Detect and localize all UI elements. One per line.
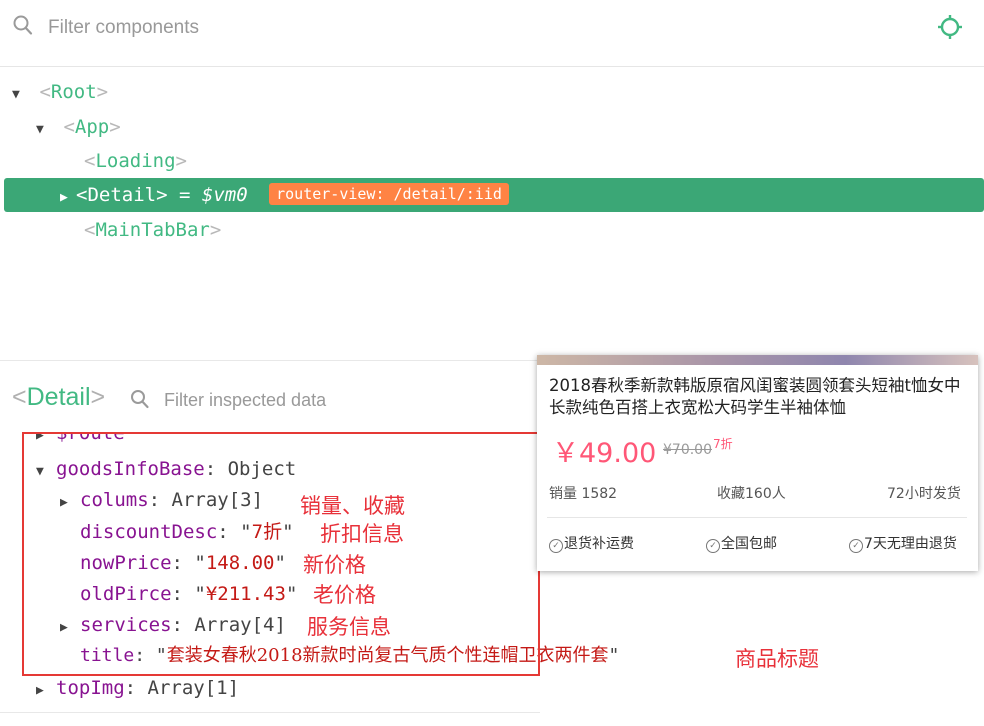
favorites-count: 收藏160人 [717, 486, 786, 502]
collapsed-arrow-icon[interactable]: ▶ [60, 181, 76, 215]
sales-count: 销量 1582 [549, 486, 618, 502]
vm-reference: $vm0 [201, 184, 248, 206]
tree-node-maintabbar[interactable]: <MainTabBar> [84, 215, 221, 245]
service-item: ✓ 全国包邮 [706, 533, 777, 553]
search-icon [12, 14, 34, 42]
product-info-card: 2018春秋季新款韩版原宿风闺蜜装圆领套头短袖t恤女中长款纯色百搭上衣宽松大码学… [537, 355, 978, 571]
product-price: ￥49.00 [552, 438, 657, 469]
prop-topimg[interactable]: ▶ topImg: Array[1] [36, 673, 239, 703]
search-icon [130, 389, 150, 415]
annotation-colums: 销量、收藏 [300, 494, 405, 518]
inspected-component-title: <Detail> [12, 383, 106, 411]
collapsed-arrow-icon[interactable]: ▶ [36, 676, 56, 706]
tree-node-root[interactable]: ▼ <Root> [12, 77, 108, 107]
filter-inspected-data-input[interactable] [162, 385, 526, 415]
component-name: Detail [87, 184, 157, 206]
annotation-discount: 折扣信息 [320, 522, 404, 546]
annotation-services: 服务信息 [307, 615, 391, 639]
component-filter-bar [0, 0, 984, 67]
shipping-info: 72小时发货 [887, 486, 961, 502]
expanded-arrow-icon[interactable]: ▼ [12, 80, 28, 110]
component-name: Root [50, 81, 97, 103]
expanded-arrow-icon[interactable]: ▼ [36, 115, 52, 145]
divider [0, 712, 540, 713]
service-item: ✓ 退货补运费 [549, 533, 634, 553]
product-image-strip [537, 355, 978, 365]
tree-node-app[interactable]: ▼ <App> [36, 112, 121, 142]
component-name: App [74, 116, 110, 138]
service-item: ✓ 7天无理由退货 [849, 533, 957, 553]
inspector-header: <Detail> [0, 360, 540, 433]
tree-node-detail-selected[interactable]: ▶ <Detail> = $vm0 router-view: /detail/:i… [4, 178, 984, 212]
crosshair-target-icon[interactable] [937, 14, 963, 44]
product-old-price: ¥70.00 [663, 442, 712, 458]
check-circle-icon: ✓ [549, 539, 563, 553]
component-name: MainTabBar [95, 219, 210, 241]
check-circle-icon: ✓ [849, 539, 863, 553]
divider [547, 517, 967, 518]
product-title: 2018春秋季新款韩版原宿风闺蜜装圆领套头短袖t恤女中长款纯色百搭上衣宽松大码学… [549, 376, 961, 417]
check-circle-icon: ✓ [706, 539, 720, 553]
highlight-annotation-box [22, 432, 540, 676]
annotation-oldprice: 老价格 [313, 583, 376, 607]
tree-node-loading[interactable]: <Loading> [84, 146, 187, 176]
router-view-badge: router-view: /detail/:iid [269, 183, 509, 205]
component-name: Loading [95, 150, 176, 172]
annotation-title: 商品标题 [735, 647, 819, 671]
annotation-nowprice: 新价格 [303, 553, 366, 577]
product-discount: 7折 [713, 437, 733, 451]
filter-components-input[interactable] [46, 13, 650, 43]
